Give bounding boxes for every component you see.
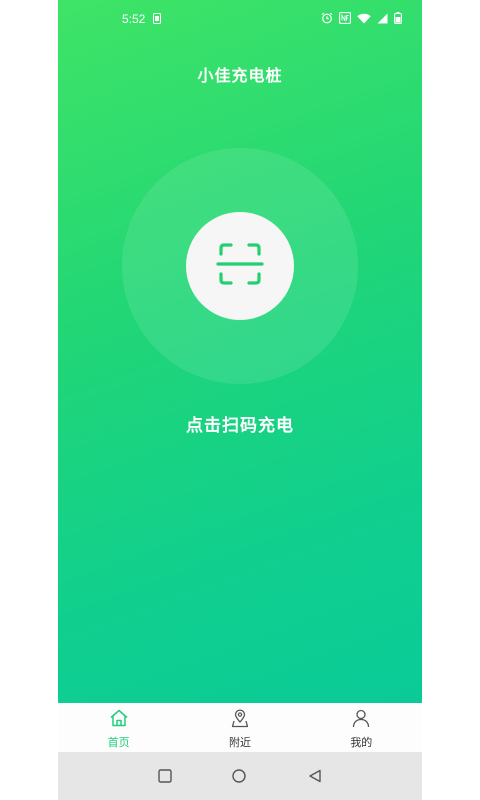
screen-frame: 5:52 小佳充电桩 点击扫码充电 首页 附近 我的 bbox=[0, 0, 480, 800]
status-bar: 5:52 bbox=[58, 0, 422, 40]
status-time: 5:52 bbox=[122, 12, 146, 26]
signal-icon bbox=[377, 13, 388, 24]
scan-icon bbox=[216, 240, 264, 292]
home-circle-icon[interactable] bbox=[232, 768, 246, 787]
battery-icon bbox=[394, 12, 402, 24]
home-icon bbox=[109, 708, 129, 732]
tab-mine-label: 我的 bbox=[350, 736, 373, 749]
tab-nearby[interactable]: 附近 bbox=[179, 703, 300, 752]
recent-apps-icon[interactable] bbox=[158, 768, 172, 787]
wifi-icon bbox=[357, 13, 371, 24]
tab-home[interactable]: 首页 bbox=[58, 703, 179, 752]
sim-card-icon bbox=[153, 13, 165, 25]
scan-label[interactable]: 点击扫码充电 bbox=[58, 411, 422, 436]
home-main-area: 5:52 小佳充电桩 点击扫码充电 bbox=[58, 0, 422, 703]
scan-button[interactable] bbox=[186, 212, 294, 320]
back-triangle-icon[interactable] bbox=[308, 768, 322, 787]
location-pin-icon bbox=[230, 708, 250, 732]
user-icon bbox=[351, 708, 371, 732]
phone-screen: 5:52 小佳充电桩 点击扫码充电 首页 附近 我的 bbox=[58, 0, 422, 800]
page-title: 小佳充电桩 bbox=[197, 66, 283, 85]
tab-home-label: 首页 bbox=[107, 736, 130, 749]
bottom-tab-bar: 首页 附近 我的 bbox=[58, 703, 422, 752]
nfc-icon bbox=[339, 12, 351, 24]
tab-nearby-label: 附近 bbox=[228, 736, 251, 749]
alarm-icon bbox=[321, 12, 333, 24]
status-icons bbox=[321, 12, 402, 24]
tab-mine[interactable]: 我的 bbox=[301, 703, 422, 752]
system-nav-bar bbox=[58, 752, 422, 800]
